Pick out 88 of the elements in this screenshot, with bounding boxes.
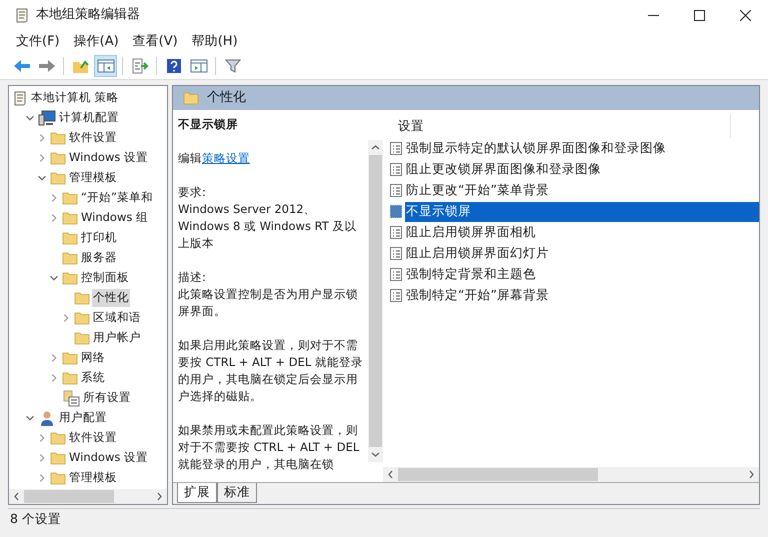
up-folder-icon (72, 58, 90, 74)
tree-item[interactable]: 控制面板 (80, 269, 130, 287)
folder-icon (183, 91, 199, 105)
column-header[interactable]: 设置 (386, 114, 731, 138)
section-text: 如果启用此策略设置，则对于不需要按 CTRL + ALT + DEL 就能登录的用户，其电脑在锁定后会显示用户选择的磁贴。 (178, 337, 364, 405)
document-icon (389, 204, 403, 219)
tree-item[interactable]: 管理模板 (68, 169, 118, 187)
menu-item[interactable]: 帮助(H) (186, 32, 244, 52)
scroll-icon (14, 7, 30, 23)
policy-title: 不显示锁屏 (178, 116, 239, 133)
policy-settings-link[interactable]: 策略设置 (202, 151, 250, 165)
tree-item[interactable]: 区域和语 (92, 309, 142, 327)
document-icon (389, 141, 403, 156)
tree-item[interactable]: Windows 设置 (68, 149, 149, 167)
section-heading: 要求: (178, 184, 207, 201)
section-text: 此策略设置控制是否为用户显示锁屏界面。 (178, 286, 359, 320)
folder-icon (50, 471, 66, 485)
folder-icon (62, 211, 78, 225)
folder-icon (62, 191, 78, 205)
tree-item[interactable]: 网络 (80, 349, 106, 367)
folder-icon (62, 231, 78, 245)
document-icon (389, 225, 403, 240)
tree-item[interactable]: 用户帐户 (92, 329, 142, 347)
folder-icon (50, 171, 66, 185)
close-icon (740, 10, 750, 20)
user-icon (38, 410, 56, 426)
view-tab[interactable]: 扩展 (177, 483, 217, 503)
document-icon (389, 246, 403, 261)
tree-item[interactable]: 管理模板 (68, 469, 118, 487)
edit-label: 编辑 (178, 151, 202, 165)
setting-row[interactable]: 强制显示特定的默认锁屏界面图像和登录图像 (405, 138, 759, 158)
document-icon (389, 183, 403, 198)
tree-item[interactable]: 软件设置 (68, 129, 118, 147)
export-list-icon (130, 58, 148, 74)
menu-item[interactable]: 查看(V) (126, 32, 184, 52)
tree-item[interactable]: 个性化 (92, 289, 130, 307)
tree-item[interactable]: “开始”菜单和 (80, 189, 154, 207)
setting-row[interactable]: 阻止更改锁屏界面图像和登录图像 (405, 160, 759, 180)
tree-item[interactable]: 用户配置 (58, 409, 108, 427)
window-title: 本地组策略编辑器 (36, 6, 140, 24)
pane-title: 个性化 (207, 89, 246, 108)
setting-row[interactable]: 强制特定背景和主题色 (405, 264, 759, 284)
section-text: Windows Server 2012、 Windows 8 或 Windows RT 及以上版本 (178, 201, 358, 252)
toolbar-button[interactable] (94, 55, 117, 77)
folder-icon (50, 451, 66, 465)
setting-row[interactable]: 强制特定“开始”屏幕背景 (405, 286, 759, 306)
tree-item[interactable]: 服务器 (80, 249, 118, 267)
tree-item[interactable]: Windows 组 (80, 209, 149, 227)
tree-item[interactable]: 本地计算机 策略 (30, 89, 120, 107)
folder-icon (62, 371, 78, 385)
tree-item[interactable]: 所有设置 (82, 389, 132, 407)
tree-item[interactable]: Windows 设置 (68, 449, 149, 467)
forward-arrow-icon (38, 59, 56, 73)
setting-row[interactable]: 防止更改“开始”菜单背景 (405, 180, 759, 200)
back-arrow-icon (12, 59, 30, 73)
status-text: 8 个设置 (10, 510, 61, 528)
setting-row[interactable]: 阻止启用锁屏界面幻灯片 (405, 244, 759, 264)
maximize-icon (694, 10, 704, 20)
setting-row[interactable]: 不显示锁屏 (405, 202, 759, 222)
menu-item[interactable]: 操作(A) (68, 32, 125, 52)
document-icon (389, 162, 403, 177)
folder-icon (62, 351, 78, 365)
tree-item[interactable]: 系统 (80, 369, 106, 387)
folder-icon (74, 331, 90, 345)
view-pane-icon (190, 58, 208, 74)
folder-icon (74, 291, 90, 305)
section-heading: 描述: (178, 269, 207, 286)
setting-row[interactable]: 阻止启用锁屏界面相机 (405, 222, 759, 242)
folder-icon (62, 251, 78, 265)
menu-item[interactable]: 文件(F) (10, 32, 66, 52)
section-text: 如果禁用或未配置此策略设置，则对于不需要按 CTRL + ALT + DEL 就能登录的用户，其电脑在锁 (178, 422, 360, 473)
document-icon (389, 288, 403, 303)
tree-item[interactable]: 计算机配置 (58, 109, 120, 127)
view-tab[interactable]: 标准 (217, 483, 257, 503)
tree-item[interactable]: 打印机 (80, 229, 118, 247)
tree-pane-icon (96, 58, 114, 74)
folder-icon (50, 131, 66, 145)
settings-page-icon (62, 390, 80, 406)
folder-icon (62, 271, 78, 285)
help-icon (166, 58, 182, 74)
folder-icon (50, 431, 66, 445)
scroll-icon (12, 90, 28, 106)
document-icon (389, 267, 403, 282)
filter-icon (224, 58, 240, 74)
computer-icon (38, 110, 56, 126)
folder-icon (50, 151, 66, 165)
folder-icon (74, 311, 90, 325)
tree-item[interactable]: 软件设置 (68, 429, 118, 447)
